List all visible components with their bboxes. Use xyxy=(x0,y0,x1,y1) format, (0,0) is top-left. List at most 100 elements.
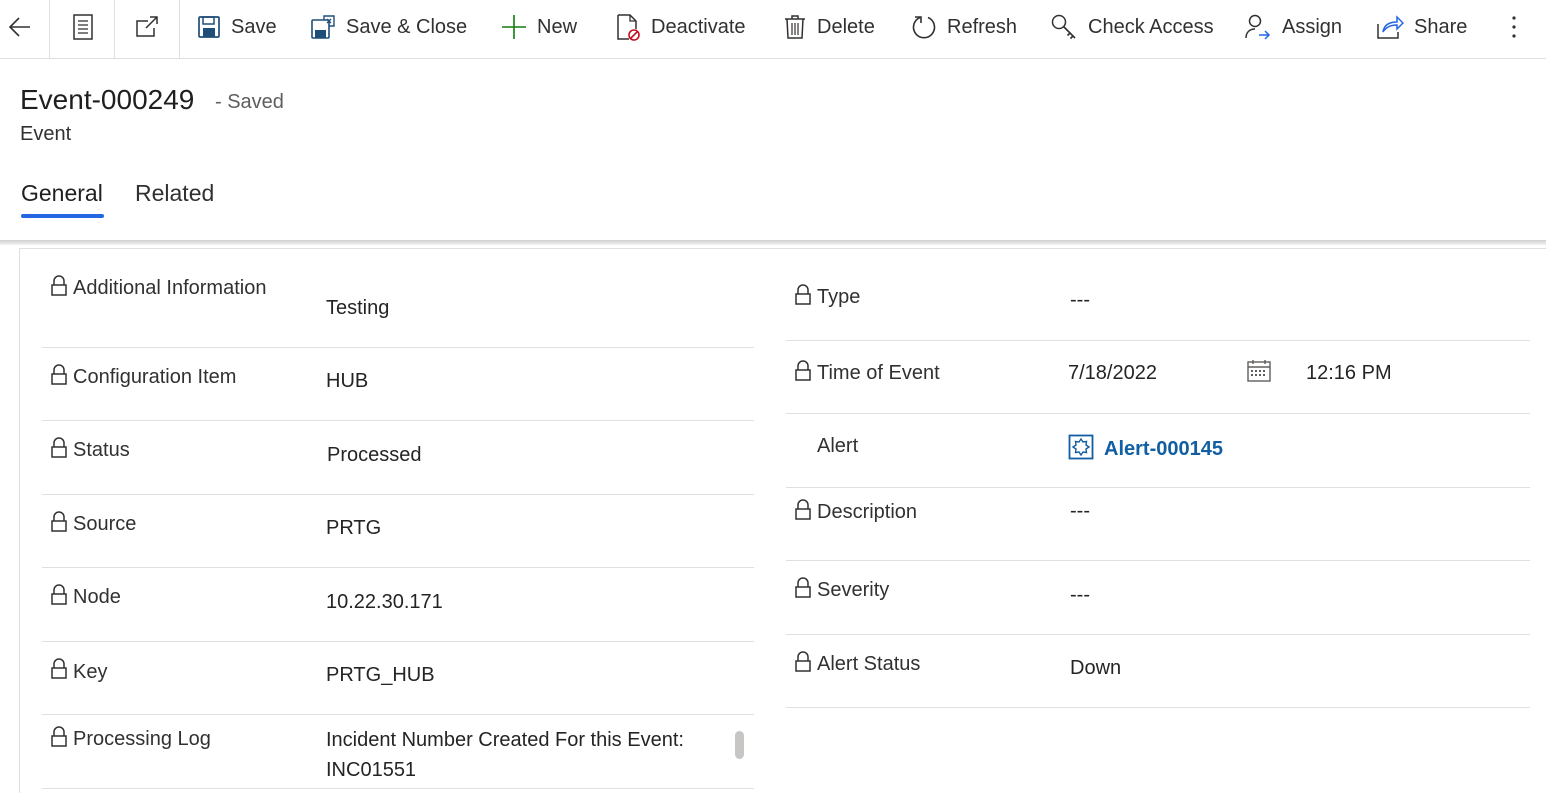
field-value[interactable]: --- xyxy=(1070,289,1090,312)
toolbar-separator xyxy=(179,0,180,58)
field-alert-status: Alert Status Down xyxy=(786,635,1530,708)
field-label: Processing Log xyxy=(73,728,211,750)
field-value[interactable]: Processed xyxy=(327,444,422,467)
record-title: Event-000249 xyxy=(20,84,195,115)
field-value[interactable]: --- xyxy=(1070,500,1090,523)
deactivate-icon xyxy=(615,13,641,41)
new-button[interactable]: New xyxy=(501,0,577,54)
new-label: New xyxy=(537,15,578,38)
time-input[interactable]: 12:16 PM xyxy=(1306,362,1392,385)
field-value[interactable]: Down xyxy=(1070,657,1121,680)
field-label: Alert Status xyxy=(817,653,921,675)
field-value[interactable]: PRTG_HUB xyxy=(326,664,435,687)
field-source: Source PRTG xyxy=(42,495,754,568)
alert-entity-icon xyxy=(1068,434,1094,465)
field-description: Description --- xyxy=(786,488,1530,561)
form-icon xyxy=(71,13,95,41)
field-processing-log: Processing Log Incident Number Created F… xyxy=(42,715,754,789)
assign-button[interactable]: Assign xyxy=(1244,0,1342,54)
save-icon xyxy=(197,15,221,39)
field-value-line: INC01551 xyxy=(326,759,417,776)
command-bar: Save Save & Close New Deactivate Delete … xyxy=(0,0,1546,59)
lock-icon xyxy=(50,584,68,611)
textarea-scrollbar[interactable] xyxy=(735,731,744,759)
header-shadow xyxy=(0,240,1546,245)
lock-icon xyxy=(794,284,812,311)
plus-icon xyxy=(501,14,527,40)
field-value-line: Incident Number Created For this Event: xyxy=(326,729,684,751)
toolbar-separator xyxy=(49,0,50,58)
deactivate-label: Deactivate xyxy=(651,15,746,38)
lock-icon xyxy=(794,651,812,678)
alert-lookup-link[interactable]: Alert-000145 xyxy=(1104,438,1223,461)
field-value[interactable]: --- xyxy=(1070,584,1090,607)
field-label: Additional Information xyxy=(73,277,267,299)
field-type: Type --- xyxy=(786,265,1530,341)
save-and-close-label: Save & Close xyxy=(346,15,468,38)
date-input[interactable]: 7/18/2022 xyxy=(1068,362,1157,385)
arrow-left-icon xyxy=(6,13,34,41)
processing-log-textarea[interactable]: Incident Number Created For this Event: … xyxy=(326,725,746,776)
field-value[interactable]: HUB xyxy=(326,370,368,393)
tab-general[interactable]: General xyxy=(21,180,103,207)
assign-user-icon xyxy=(1244,13,1272,41)
more-commands-button[interactable] xyxy=(1505,0,1523,54)
lock-icon xyxy=(50,437,68,464)
check-access-label: Check Access xyxy=(1088,15,1214,38)
form-border xyxy=(19,248,1546,249)
lock-icon xyxy=(50,275,68,302)
field-label: Time of Event xyxy=(817,362,940,384)
field-severity: Severity --- xyxy=(786,561,1530,635)
row-divider xyxy=(786,707,1530,708)
active-tab-indicator xyxy=(21,214,104,218)
field-value[interactable]: PRTG xyxy=(326,517,381,540)
toolbar-separator xyxy=(114,0,115,58)
lock-icon xyxy=(50,511,68,538)
field-label: Key xyxy=(73,661,108,683)
lock-icon xyxy=(794,499,812,526)
check-access-button[interactable]: Check Access xyxy=(1050,0,1214,54)
field-alert: Alert Alert-000145 xyxy=(786,414,1530,488)
share-button[interactable]: Share xyxy=(1376,0,1467,54)
calendar-icon[interactable] xyxy=(1246,358,1272,389)
lock-icon xyxy=(50,726,68,753)
row-divider xyxy=(42,788,754,789)
open-in-new-window-button[interactable] xyxy=(133,0,161,54)
save-status: - Saved xyxy=(215,91,284,113)
delete-button[interactable]: Delete xyxy=(783,0,875,54)
entity-name: Event xyxy=(20,123,72,145)
delete-label: Delete xyxy=(817,15,875,38)
key-icon xyxy=(1050,13,1078,41)
lock-icon xyxy=(50,364,68,391)
refresh-button[interactable]: Refresh xyxy=(911,0,1017,54)
share-label: Share xyxy=(1414,15,1468,38)
lock-icon xyxy=(794,577,812,604)
more-vertical-icon xyxy=(1505,13,1523,41)
field-additional-information: Additional Information Testing xyxy=(42,265,754,348)
deactivate-button[interactable]: Deactivate xyxy=(615,0,746,54)
refresh-label: Refresh xyxy=(947,15,1018,38)
save-label: Save xyxy=(231,15,277,38)
form-border xyxy=(19,248,20,793)
field-label: Status xyxy=(73,439,130,461)
field-label: Type xyxy=(817,286,861,308)
field-label: Node xyxy=(73,586,121,608)
field-status: Status Processed xyxy=(42,421,754,495)
field-label: Description xyxy=(817,501,918,523)
form-selector-button[interactable] xyxy=(71,0,95,54)
refresh-icon xyxy=(911,14,937,40)
tab-related[interactable]: Related xyxy=(135,180,214,207)
save-and-close-button[interactable]: Save & Close xyxy=(310,0,467,54)
lock-icon xyxy=(50,658,68,685)
save-button[interactable]: Save xyxy=(197,0,277,54)
field-label: Source xyxy=(73,513,137,535)
back-button[interactable] xyxy=(6,0,34,54)
assign-label: Assign xyxy=(1282,15,1343,38)
field-configuration-item: Configuration Item HUB xyxy=(42,348,754,421)
field-label: Alert xyxy=(817,435,859,457)
field-value[interactable]: Testing xyxy=(326,297,389,320)
share-icon xyxy=(1376,14,1404,40)
field-time-of-event: Time of Event 7/18/2022 12:16 PM xyxy=(786,341,1530,414)
field-value[interactable]: 10.22.30.171 xyxy=(326,591,443,614)
field-label: Severity xyxy=(817,579,890,601)
